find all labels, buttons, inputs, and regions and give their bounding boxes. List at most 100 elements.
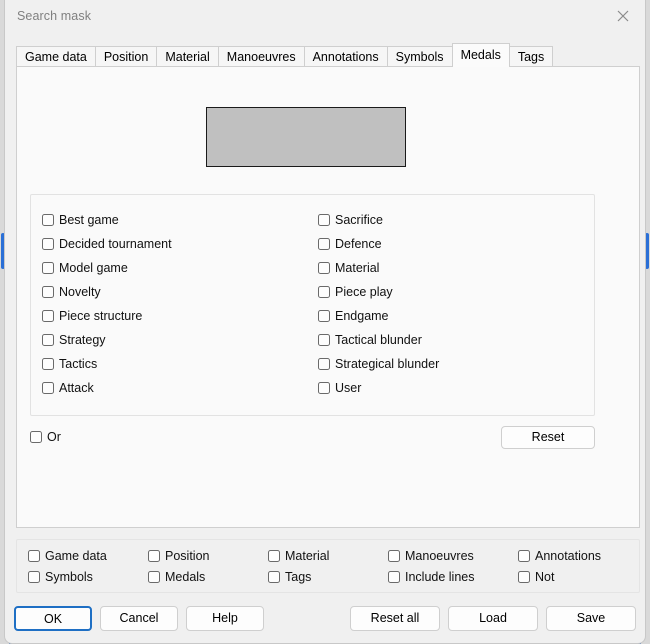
- tab-medals[interactable]: Medals: [451, 43, 510, 67]
- checkbox-box-icon[interactable]: [518, 549, 530, 562]
- checkbox-label: Tactics: [59, 357, 98, 371]
- checkbox-piece-play[interactable]: Piece play: [318, 280, 594, 304]
- checkbox-label: Strategy: [59, 333, 106, 347]
- save-button[interactable]: Save: [546, 605, 636, 631]
- checkbox-box-icon[interactable]: [42, 310, 54, 322]
- reset-button[interactable]: Reset: [501, 425, 595, 449]
- reset-all-button[interactable]: Reset all: [350, 605, 440, 631]
- section-checkbox-material[interactable]: Material: [268, 549, 388, 563]
- checkbox-label: Position: [165, 548, 210, 563]
- checkbox-label: Medals: [165, 569, 206, 584]
- load-button[interactable]: Load: [448, 605, 538, 631]
- tab-annotations[interactable]: Annotations: [303, 46, 388, 66]
- checkbox-attack[interactable]: Attack: [42, 376, 318, 400]
- checkbox-label: Piece structure: [59, 309, 143, 323]
- close-button[interactable]: [601, 0, 645, 31]
- checkbox-box-icon[interactable]: [28, 570, 40, 583]
- checkbox-label: User: [335, 381, 362, 395]
- checkbox-label: Symbols: [45, 569, 93, 584]
- checkbox-decided-tournament[interactable]: Decided tournament: [42, 232, 318, 256]
- checkbox-box-icon[interactable]: [318, 238, 330, 250]
- checkbox-material[interactable]: Material: [318, 256, 594, 280]
- checkbox-endgame[interactable]: Endgame: [318, 304, 594, 328]
- checkbox-box-icon[interactable]: [42, 238, 54, 250]
- medals-tab-panel: Best game Decided tournament Model game …: [16, 66, 640, 528]
- checkbox-strategical-blunder[interactable]: Strategical blunder: [318, 352, 594, 376]
- checkbox-box-icon[interactable]: [318, 310, 330, 322]
- checkbox-box-icon[interactable]: [518, 570, 530, 583]
- checkbox-defence[interactable]: Defence: [318, 232, 594, 256]
- checkbox-novelty[interactable]: Novelty: [42, 280, 318, 304]
- tab-game-data[interactable]: Game data: [16, 46, 96, 66]
- tab-manoeuvres[interactable]: Manoeuvres: [217, 46, 305, 66]
- ok-button[interactable]: OK: [14, 605, 92, 631]
- section-checkbox-annotations[interactable]: Annotations: [518, 549, 638, 563]
- checkbox-label: Annotations: [535, 548, 602, 563]
- checkbox-label: Tactical blunder: [335, 333, 422, 347]
- checkbox-or[interactable]: Or: [30, 425, 61, 449]
- checkbox-box-icon[interactable]: [42, 214, 54, 226]
- section-checkbox-position[interactable]: Position: [148, 549, 268, 563]
- checkbox-box-icon[interactable]: [28, 549, 40, 562]
- checkbox-box-icon[interactable]: [42, 334, 54, 346]
- help-button[interactable]: Help: [186, 605, 264, 631]
- or-reset-row: Or Reset: [30, 425, 595, 449]
- cancel-button[interactable]: Cancel: [100, 605, 178, 631]
- section-checkbox-manoeuvres[interactable]: Manoeuvres: [388, 549, 518, 563]
- checkbox-model-game[interactable]: Model game: [42, 256, 318, 280]
- sections-row-2: Symbols Medals Tags Include lines Not: [28, 566, 639, 587]
- checkbox-label: Include lines: [405, 569, 475, 584]
- checkbox-label: Decided tournament: [59, 237, 172, 251]
- checkbox-label: Strategical blunder: [335, 357, 440, 371]
- medals-checkbox-group: Best game Decided tournament Model game …: [30, 194, 595, 416]
- checkbox-piece-structure[interactable]: Piece structure: [42, 304, 318, 328]
- checkbox-label: Endgame: [335, 309, 389, 323]
- checkbox-label: Or: [47, 430, 61, 444]
- dialog-title: Search mask: [17, 9, 92, 23]
- checkbox-label: Material: [285, 548, 330, 563]
- section-checkbox-not[interactable]: Not: [518, 570, 638, 584]
- checkbox-label: Piece play: [335, 285, 393, 299]
- checkbox-best-game[interactable]: Best game: [42, 208, 318, 232]
- checkbox-box-icon[interactable]: [318, 382, 330, 394]
- medals-left-column: Best game Decided tournament Model game …: [42, 208, 318, 400]
- checkbox-box-icon[interactable]: [42, 358, 54, 370]
- checkbox-box-icon[interactable]: [268, 549, 280, 562]
- section-checkbox-game-data[interactable]: Game data: [28, 549, 148, 563]
- checkbox-box-icon[interactable]: [318, 358, 330, 370]
- checkbox-box-icon[interactable]: [42, 262, 54, 274]
- checkbox-box-icon[interactable]: [30, 431, 42, 443]
- checkbox-box-icon[interactable]: [318, 214, 330, 226]
- checkbox-box-icon[interactable]: [388, 570, 400, 583]
- dialog-titlebar[interactable]: Search mask: [5, 0, 645, 32]
- checkbox-user[interactable]: User: [318, 376, 594, 400]
- checkbox-box-icon[interactable]: [388, 549, 400, 562]
- checkbox-box-icon[interactable]: [42, 286, 54, 298]
- section-checkbox-medals[interactable]: Medals: [148, 570, 268, 584]
- checkbox-label: Model game: [59, 261, 128, 275]
- checkbox-box-icon[interactable]: [318, 286, 330, 298]
- checkbox-box-icon[interactable]: [268, 570, 280, 583]
- checkbox-strategy[interactable]: Strategy: [42, 328, 318, 352]
- search-sections-group: Game data Position Material Manoeuvres A…: [16, 539, 640, 593]
- checkbox-sacrifice[interactable]: Sacrifice: [318, 208, 594, 232]
- tab-position[interactable]: Position: [94, 46, 158, 66]
- checkbox-box-icon[interactable]: [318, 262, 330, 274]
- medal-preview-box: [206, 107, 406, 167]
- checkbox-tactics[interactable]: Tactics: [42, 352, 318, 376]
- checkbox-tactical-blunder[interactable]: Tactical blunder: [318, 328, 594, 352]
- sections-row-1: Game data Position Material Manoeuvres A…: [28, 545, 639, 566]
- section-checkbox-tags[interactable]: Tags: [268, 570, 388, 584]
- tab-material[interactable]: Material: [156, 46, 219, 66]
- section-checkbox-symbols[interactable]: Symbols: [28, 570, 148, 584]
- checkbox-label: Not: [535, 569, 555, 584]
- checkbox-box-icon[interactable]: [42, 382, 54, 394]
- checkbox-label: Novelty: [59, 285, 101, 299]
- checkbox-label: Attack: [59, 381, 94, 395]
- tab-symbols[interactable]: Symbols: [386, 46, 453, 66]
- checkbox-box-icon[interactable]: [148, 570, 160, 583]
- section-checkbox-include-lines[interactable]: Include lines: [388, 570, 518, 584]
- checkbox-box-icon[interactable]: [318, 334, 330, 346]
- tab-tags[interactable]: Tags: [508, 46, 554, 66]
- checkbox-box-icon[interactable]: [148, 549, 160, 562]
